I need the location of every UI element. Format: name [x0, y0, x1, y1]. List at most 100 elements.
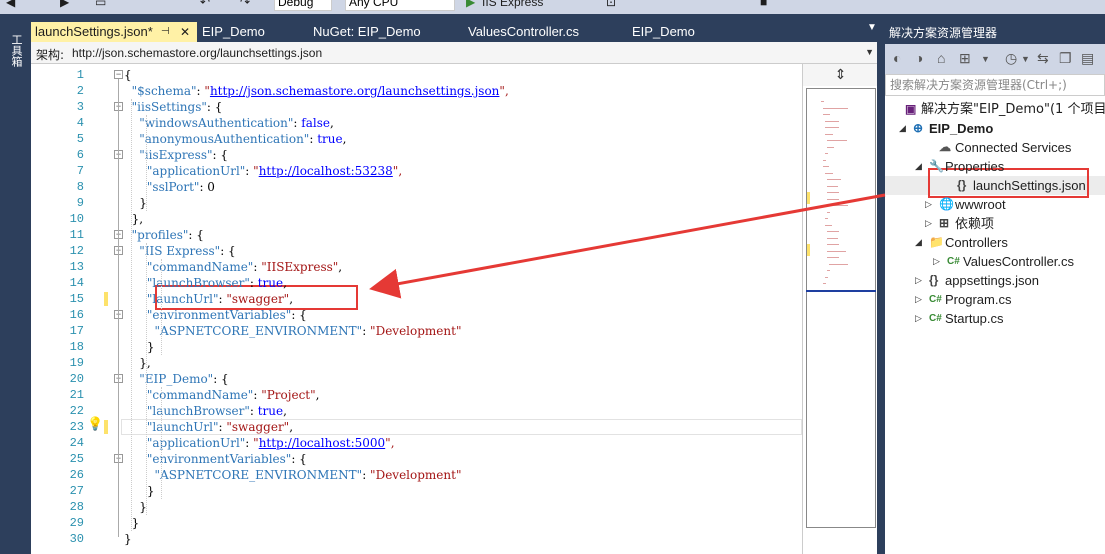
schema-value[interactable]: http://json.schemastore.org/launchsettin… [72, 46, 322, 60]
switch-views-icon[interactable]: ⊞ [959, 50, 971, 67]
code-editor[interactable]: 1 2 3 4 5 6 7 8 9 10 11 12 13 14 15 16 17 18 19 20 21 22 23 24 2… [31, 64, 802, 554]
code-line[interactable]: "$schema": "http://json.schemastore.org/… [124, 83, 509, 99]
fold-toggle-icon[interactable]: − [114, 70, 123, 79]
code-line[interactable]: } [124, 339, 155, 355]
forward-icon[interactable]: ◑ [915, 50, 923, 66]
expander-icon[interactable]: ▷ [925, 195, 932, 214]
forward-icon[interactable]: ▶ [60, 0, 69, 9]
code-token: , [315, 388, 320, 402]
tab-eip-demo[interactable]: EIP_Demo [198, 22, 298, 42]
tree-item[interactable]: ▣ 解决方案"EIP_Demo"(1 个项目) [885, 100, 1105, 119]
pending-changes-icon[interactable]: ◷ [1005, 50, 1017, 67]
sync-icon[interactable]: ⇆ [1037, 50, 1049, 67]
bookmark-icon[interactable]: ■ [760, 0, 767, 9]
code-token: : [245, 436, 254, 450]
expander-icon[interactable]: ▷ [915, 271, 922, 290]
code-token: : [249, 404, 258, 418]
code-line[interactable]: "IIS Express": { [124, 243, 235, 259]
tree-item[interactable]: ◢ 🔧 Properties [885, 157, 1105, 176]
code-line[interactable]: { [124, 67, 132, 83]
platform-select[interactable]: Any CPU [345, 0, 455, 11]
show-all-files-icon[interactable]: ▤ [1081, 50, 1094, 67]
redo-icon[interactable]: ↷ [240, 0, 250, 9]
tree-item[interactable]: ▷ C# Startup.cs [885, 309, 1105, 328]
code-token: : [253, 388, 262, 402]
play-icon[interactable]: ▶ [466, 0, 475, 9]
tree-item-label: appsettings.json [945, 273, 1039, 288]
tree-item[interactable]: ▷ C# Program.cs [885, 290, 1105, 309]
tab-eip-demo-2[interactable]: EIP_Demo [628, 22, 728, 42]
code-line[interactable]: "launchUrl": "swagger", [124, 419, 293, 435]
line-number: 15 [69, 292, 84, 306]
expander-icon[interactable]: ▷ [915, 309, 922, 328]
code-line[interactable]: "launchBrowser": true, [124, 275, 287, 291]
tree-item[interactable]: ▷ C# ValuesController.cs [885, 252, 1105, 271]
code-line[interactable]: } [124, 499, 147, 515]
tab-valuescontroller[interactable]: ValuesController.cs [464, 22, 614, 42]
code-line[interactable]: } [124, 195, 147, 211]
expander-icon[interactable]: ▷ [915, 290, 922, 309]
chevron-down-icon[interactable]: ▼ [981, 54, 990, 64]
code-line[interactable]: "iisSettings": { [124, 99, 223, 115]
pin-icon[interactable]: ⊣ [161, 22, 170, 42]
chevron-down-icon[interactable]: ▼ [1021, 54, 1030, 64]
code-line[interactable]: "launchUrl": "swagger", [124, 291, 293, 307]
split-icon[interactable]: ⇕ [803, 64, 878, 86]
expander-icon[interactable]: ◢ [915, 233, 922, 252]
code-line[interactable]: } [124, 483, 155, 499]
code-line[interactable]: "EIP_Demo": { [124, 371, 228, 387]
back-icon[interactable]: ◀ [6, 0, 15, 9]
back-icon[interactable]: ◐ [893, 50, 901, 66]
code-line[interactable]: }, [124, 211, 143, 227]
tree-item[interactable]: ▷ ⊞ 依赖项 [885, 214, 1105, 233]
lightbulb-icon[interactable]: 💡 [87, 416, 103, 432]
tab-nuget[interactable]: NuGet: EIP_Demo [309, 22, 449, 42]
new-file-icon[interactable]: ▭ [95, 0, 106, 9]
tree-item[interactable]: ☁ Connected Services [885, 138, 1105, 157]
config-select[interactable]: Debug [274, 0, 332, 11]
chevron-down-icon[interactable]: ▼ [865, 47, 874, 57]
toolbox-tab[interactable]: 工具箱 [8, 34, 24, 67]
home-icon[interactable]: ⌂ [937, 50, 945, 66]
code-line[interactable]: "applicationUrl": "http://localhost:5323… [124, 163, 402, 179]
expander-icon[interactable]: ◢ [915, 157, 922, 176]
tab-dropdown-icon[interactable]: ▼ [867, 22, 877, 33]
code-line[interactable]: "anonymousAuthentication": true, [124, 131, 346, 147]
code-line[interactable]: "sslPort": 0 [124, 179, 215, 195]
code-line[interactable]: "commandName": "IISExpress", [124, 259, 342, 275]
code-line[interactable]: "environmentVariables": { [124, 451, 307, 467]
schema-bar[interactable]: 架构: http://json.schemastore.org/launchse… [31, 42, 877, 64]
expander-icon[interactable]: ◢ [899, 119, 906, 138]
code-line[interactable]: "ASPNETCORE_ENVIRONMENT": "Development" [124, 467, 462, 483]
code-token: : { [188, 228, 204, 242]
collapse-all-icon[interactable]: ❐ [1059, 50, 1072, 67]
code-line[interactable]: } [124, 531, 132, 547]
code-line[interactable]: "iisExpress": { [124, 147, 228, 163]
code-line[interactable]: "ASPNETCORE_ENVIRONMENT": "Development" [124, 323, 462, 339]
editor-minimap[interactable]: ⇕ [802, 64, 878, 554]
tree-item[interactable]: ◢ ⊕ EIP_Demo [885, 119, 1105, 138]
run-target-button[interactable]: IIS Express [482, 0, 543, 9]
tab-launchsettings[interactable]: launchSettings.json* ⊣ ✕ [31, 22, 197, 42]
tree-item[interactable]: {} launchSettings.json [885, 176, 1105, 195]
line-number: 23 [69, 420, 84, 434]
code-line[interactable]: "environmentVariables": { [124, 307, 307, 323]
browser-icon[interactable]: ⊡ [606, 0, 616, 9]
close-icon[interactable]: ✕ [180, 22, 190, 42]
tree-item[interactable]: ◢ 📁 Controllers [885, 233, 1105, 252]
code-line[interactable]: "windowsAuthentication": false, [124, 115, 334, 131]
code-line[interactable]: "launchBrowser": true, [124, 403, 287, 419]
undo-icon[interactable]: ↶ [200, 0, 210, 9]
pane-separator[interactable] [877, 22, 885, 554]
tree-item[interactable]: ▷ 🌐 wwwroot [885, 195, 1105, 214]
indent-guide [161, 387, 162, 499]
code-line[interactable]: "applicationUrl": "http://localhost:5000… [124, 435, 395, 451]
minimap-line [827, 237, 839, 239]
code-line[interactable]: "profiles": { [124, 227, 204, 243]
expander-icon[interactable]: ▷ [933, 252, 940, 271]
code-line[interactable]: "commandName": "Project", [124, 387, 320, 403]
solution-search-input[interactable]: 搜索解决方案资源管理器(Ctrl+;) [885, 74, 1105, 96]
expander-icon[interactable]: ▷ [925, 214, 932, 233]
minimap-viewport[interactable] [806, 88, 876, 528]
tree-item[interactable]: ▷ {} appsettings.json [885, 271, 1105, 290]
